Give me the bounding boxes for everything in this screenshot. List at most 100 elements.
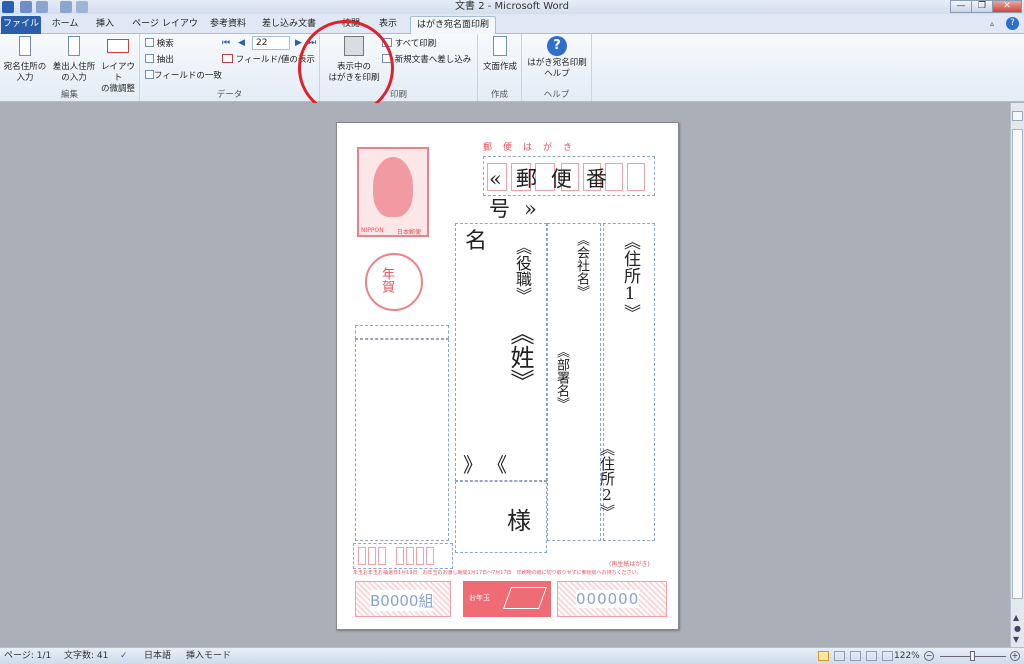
group-label-data: データ [216, 90, 243, 100]
sender-zip-frame [355, 325, 449, 339]
sender-card-icon [68, 36, 80, 56]
group-label-create: 作成 [490, 90, 508, 100]
browse-object-icon[interactable]: ● [1014, 624, 1021, 633]
label: レイアウト [100, 62, 135, 83]
zip-box [426, 547, 434, 565]
draft-view-icon[interactable] [882, 651, 893, 661]
vertical-scrollbar[interactable]: ▲ ● ▼ [1010, 103, 1024, 647]
collapse-ribbon-icon[interactable]: ▵ [990, 19, 1000, 29]
honorific-frame [455, 481, 547, 553]
maximize-button[interactable]: ❐ [971, 0, 993, 13]
ship-icon [502, 587, 548, 609]
ribbon: 宛名住所の 入力 差出人住所 の入力 レイアウト の微調整 編集 検索 抽出 フィール… [0, 34, 1024, 102]
title-bar: 文書 2 - Microsoft Word — ❐ ✕ [0, 0, 1024, 14]
lottery-group-box: B0000組 [355, 581, 451, 617]
print-layout-view-icon[interactable] [818, 651, 829, 661]
merge-to-new-document-button[interactable]: 新規文書へ差し込み [382, 54, 471, 66]
proofing-icon[interactable]: ✓ [120, 648, 128, 664]
address1-field[interactable]: 《住所1》 [620, 233, 640, 321]
zoom-out-icon[interactable]: − [924, 651, 934, 661]
label: すべて印刷 [394, 39, 437, 49]
annotation-circle [298, 20, 394, 116]
postcard-help-button[interactable]: ? はがき宛名印刷 ヘルプ [525, 36, 589, 80]
label: 差出人住所 [52, 62, 96, 72]
extract-button[interactable]: 抽出 [145, 54, 174, 66]
zip-box [396, 547, 404, 565]
language[interactable]: 日本語 [144, 648, 171, 664]
postcard-header: 郵 便 は が き [483, 143, 574, 153]
recipient-address-button[interactable]: 宛名住所の 入力 [2, 36, 48, 84]
sender-zip-boxes [353, 543, 453, 569]
layout-adjust-icon [107, 39, 129, 53]
field-value-icon [222, 54, 233, 63]
prev-record-icon[interactable]: ◀ [238, 37, 245, 49]
word-count[interactable]: 文字数: 41 [64, 648, 108, 664]
tab-home[interactable]: ホーム [45, 16, 85, 34]
extract-icon [145, 54, 154, 63]
minimize-button[interactable]: — [950, 0, 972, 13]
group-data: 検索 抽出 フィールドの一致 ⏮ ◀ 22 ▶ ⏭ フィールド/値の表示 データ [140, 34, 320, 101]
zoom-level[interactable]: 122% [894, 648, 920, 664]
postcard-page: 郵 便 は が き «郵便番号» NIPPON 日本郵便 年賀 《住所1》 《住… [336, 122, 679, 630]
zip-box [358, 547, 366, 565]
group-label-help: ヘルプ [543, 90, 570, 100]
page-count[interactable]: ページ: 1/1 [4, 648, 51, 664]
search-button[interactable]: 検索 [145, 38, 174, 50]
tab-page-layout[interactable]: ページ レイアウト [128, 16, 202, 45]
group-create: 文面作成 作成 [478, 34, 522, 101]
create-content-button[interactable]: 文面作成 [480, 36, 520, 73]
prev-page-icon[interactable]: ▲ [1013, 613, 1019, 622]
zip-box [378, 547, 386, 565]
insert-mode[interactable]: 挿入モード [186, 648, 231, 664]
record-number-input[interactable]: 22 [252, 36, 290, 50]
next-record-icon[interactable]: ▶ [295, 37, 302, 49]
help-icon: ? [547, 36, 567, 56]
sender-address-frame[interactable] [355, 339, 449, 541]
field-match-icon [145, 70, 154, 79]
title-field[interactable]: 《役職》 [513, 239, 532, 303]
honorific-field[interactable]: 様 [507, 501, 531, 536]
label: はがき宛名印刷 [527, 58, 587, 68]
zoom-in-icon[interactable]: + [1010, 651, 1020, 661]
label: フィールドの一致 [154, 71, 222, 81]
group-label-edit: 編集 [60, 90, 78, 100]
outline-view-icon[interactable] [866, 651, 877, 661]
postal-code-field[interactable]: «郵便番号» [489, 163, 678, 223]
close-button[interactable]: ✕ [992, 0, 1022, 13]
lottery-number-box: 000000 [557, 581, 667, 617]
recycle-note: (再生紙はがき) [609, 561, 650, 568]
field-match-button[interactable]: フィールドの一致 [145, 70, 222, 82]
tab-references[interactable]: 参考資料 [205, 16, 251, 34]
company-field[interactable]: 《会社名》 [573, 233, 589, 298]
tab-insert[interactable]: 挿入 [88, 16, 122, 34]
label: 抽出 [156, 55, 174, 65]
help-icon[interactable]: ? [1006, 17, 1019, 30]
zoom-slider-thumb[interactable] [970, 651, 975, 661]
chevron-pair: 》《 [463, 453, 521, 477]
ribbon-tabs: ファイル ホーム 挿入 ページ レイアウト 参考資料 差し込み文書 校閲 表示 … [0, 14, 1024, 45]
zip-box [406, 547, 414, 565]
postage-stamp: NIPPON 日本郵便 [357, 147, 429, 237]
label: 検索 [156, 39, 174, 49]
sender-address-button[interactable]: 差出人住所 の入力 [50, 36, 98, 84]
label: 宛名住所の [3, 62, 47, 72]
document-icon [493, 36, 507, 56]
web-layout-view-icon[interactable] [850, 651, 861, 661]
ruler-toggle-icon[interactable] [1012, 111, 1023, 121]
lottery-notice: 年玉お年玉お抽選日1月19日 お年玉のお渡し期間1月17日～7月17日 印刷物の… [353, 570, 642, 576]
scroll-thumb[interactable] [1012, 129, 1023, 599]
tab-file[interactable]: ファイル [1, 16, 41, 34]
next-page-icon[interactable]: ▼ [1013, 635, 1019, 644]
label: ヘルプ [544, 69, 570, 79]
full-screen-view-icon[interactable] [834, 651, 845, 661]
status-bar: ページ: 1/1 文字数: 41 ✓ 日本語 挿入モード 122% − + [0, 647, 1024, 664]
layout-adjust-button[interactable]: レイアウト の微調整 [98, 36, 138, 95]
nenga-seal: 年賀 [365, 253, 423, 311]
mei-field[interactable]: 名 [465, 223, 487, 255]
first-record-icon[interactable]: ⏮ [222, 37, 230, 49]
department-field[interactable]: 《部署名》 [553, 345, 569, 410]
window-title: 文書 2 - Microsoft Word [455, 1, 569, 12]
lottery-stamp-text: お年玉 [469, 594, 490, 602]
surname-field[interactable]: 《姓》 [506, 321, 534, 393]
tab-postcard-print[interactable]: はがき宛名面印刷 [410, 16, 496, 34]
